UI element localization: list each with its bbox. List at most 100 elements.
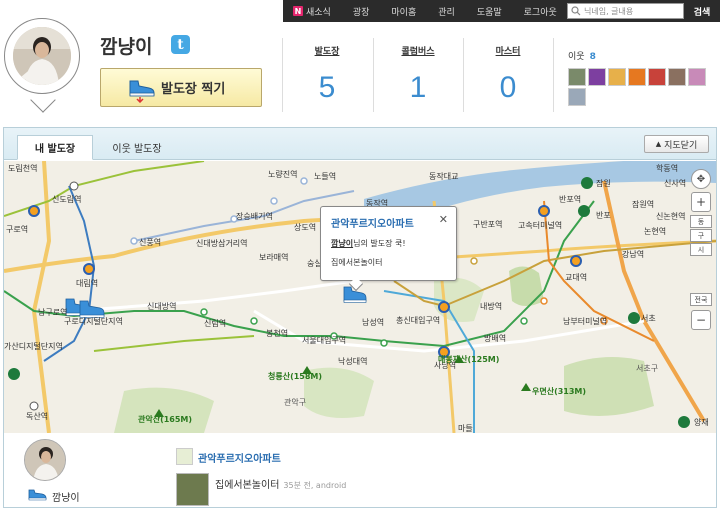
friend-avatar[interactable] (608, 68, 626, 86)
park-area (114, 387, 214, 433)
map-close-button[interactable]: ▲ 지도닫기 (644, 135, 709, 153)
stat-master-label[interactable]: 마스터 (466, 44, 550, 57)
map-label: 관악구 (284, 398, 307, 407)
friends-count: 8 (589, 52, 596, 62)
feed-user-name[interactable]: 깜냥이 (52, 489, 80, 504)
map-label: 관악산(165M) (138, 415, 193, 424)
checkin-marker-group[interactable] (65, 298, 105, 318)
zoom-out-button[interactable]: − (691, 310, 711, 330)
map-panel: 내 발도장 이웃 발도장 ▲ 지도닫기 도림천역 신도림역 구로역 대림역 남구… (3, 127, 717, 508)
stat-checkins[interactable]: 발도장 5 (285, 44, 369, 105)
stat-master-value: 0 (499, 71, 517, 104)
map-label: 매봉재산(125M) (438, 355, 500, 364)
popup-line-suffix: 님의 발도장 쿡! (353, 239, 406, 248)
feed-message-row: 집에서본놀이터 35분 전, android (215, 476, 346, 491)
popup-line: 깜냥이님의 발도장 쿡! (331, 238, 446, 249)
close-icon[interactable]: ✕ (439, 213, 448, 226)
divider (553, 38, 554, 112)
map-label: 잠원역 (632, 200, 655, 209)
feed-time: 35분 전, android (283, 481, 347, 490)
friend-avatar[interactable] (588, 68, 606, 86)
search-placeholder: 닉네임, 글내용 (584, 6, 634, 16)
page: N 새소식 광장 마이홈 관리 도움말 로그아웃 닉네임, 글내용 검색 깜냥이… (0, 0, 720, 508)
zoom-level-dong[interactable]: 동 (690, 215, 712, 228)
global-nav: N 새소식 광장 마이홈 관리 도움말 로그아웃 닉네임, 글내용 검색 (283, 0, 720, 22)
map-label: 노들역 (314, 172, 337, 181)
checkin-popup: 관악푸르지오아파트 깜냥이님의 발도장 쿡! 집에서본놀이터 ✕ (320, 206, 457, 292)
feed-message: 집에서본놀이터 (215, 480, 280, 491)
zoom-in-button[interactable]: + (691, 192, 711, 212)
search-input[interactable]: 닉네임, 글내용 (567, 3, 684, 19)
map-label: 독산역 (26, 412, 49, 421)
map-label: 보라매역 (259, 253, 289, 262)
friend-avatar[interactable] (648, 68, 666, 86)
nav-square[interactable]: 광장 (342, 5, 381, 18)
map-label: 도림천역 (8, 164, 38, 173)
search-icon (571, 6, 581, 16)
stat-checkins-label[interactable]: 발도장 (285, 44, 369, 57)
nav-help[interactable]: 도움말 (466, 5, 513, 18)
popup-title[interactable]: 관악푸르지오아파트 (331, 215, 446, 230)
tab-my-checkins[interactable]: 내 발도장 (17, 135, 93, 160)
popup-message: 집에서본놀이터 (331, 258, 383, 267)
map-label: 잠원 (596, 179, 611, 188)
popup-user[interactable]: 깜냥이 (331, 239, 353, 248)
map-label: 마들 (458, 424, 473, 433)
friend-avatar[interactable] (628, 68, 646, 86)
map-close-label: 지도닫기 (664, 140, 698, 151)
map-label: 신도림역 (52, 195, 82, 204)
map-label: 신대방역 (147, 302, 177, 311)
map-canvas[interactable]: 도림천역 신도림역 구로역 대림역 남구로역 구로디지털단지역 가산디지털단지역… (4, 161, 716, 433)
friends-header[interactable]: 이웃 8 (568, 44, 596, 63)
map-tabbar: 내 발도장 이웃 발도장 ▲ 지도닫기 (4, 128, 716, 160)
stat-columbus[interactable]: 콜럼버스 1 (376, 44, 460, 105)
map-label: 교대역 (565, 273, 588, 282)
map-label: 상도역 (294, 223, 317, 232)
stat-checkins-value: 5 (318, 71, 336, 104)
zoom-controls: ✥ + 동 구 시 전국 − (689, 169, 713, 333)
map-label: 신사역 (664, 179, 687, 188)
pan-icon[interactable]: ✥ (691, 169, 711, 189)
map-label: 내방역 (480, 302, 503, 311)
map-label: 서초 (641, 314, 656, 323)
shoe-icon (129, 80, 155, 103)
map-label: 구로디지털단지역 (64, 317, 123, 326)
friends-label: 이웃 (568, 52, 585, 62)
feed-photo[interactable] (176, 473, 209, 506)
map-label: 고속터미널역 (518, 221, 563, 230)
nav-myhome[interactable]: 마이홈 (380, 5, 427, 18)
zoom-level-national[interactable]: 전국 (690, 293, 712, 306)
nav-manage[interactable]: 관리 (427, 5, 466, 18)
nav-logout[interactable]: 로그아웃 (513, 5, 568, 18)
friend-avatar[interactable] (688, 68, 706, 86)
avatar-photo (13, 27, 71, 85)
friend-avatar[interactable] (668, 68, 686, 86)
feed-avatar[interactable] (24, 439, 66, 481)
n-badge-icon: N (293, 6, 303, 16)
feed-place-link[interactable]: 관악푸르지오아파트 (198, 450, 281, 465)
map-label: 서초구 (636, 364, 659, 373)
map-label: 신림역 (204, 319, 227, 328)
zoom-level-gu[interactable]: 구 (690, 229, 712, 242)
map-label: 방배역 (484, 334, 507, 343)
zoom-slider-track[interactable] (689, 257, 713, 293)
stat-master[interactable]: 마스터 0 (466, 44, 550, 105)
friend-avatar[interactable] (568, 68, 586, 86)
search-button[interactable]: 검색 (687, 3, 717, 19)
checkin-button[interactable]: 발도장 찍기 (100, 68, 262, 107)
zoom-level-si[interactable]: 시 (690, 243, 712, 256)
checkin-label: 발도장 찍기 (161, 82, 226, 97)
map-label: 반포역 (559, 195, 582, 204)
stat-columbus-label[interactable]: 콜럼버스 (376, 44, 460, 57)
friend-avatar[interactable] (568, 88, 586, 106)
map-label: 남부터미널역 (563, 317, 608, 326)
twitter-icon[interactable]: t (171, 35, 190, 54)
map-label: 장승배기역 (236, 212, 273, 221)
nav-news[interactable]: 새소식 (306, 5, 342, 18)
tab-friend-checkins[interactable]: 이웃 발도장 (102, 135, 172, 160)
stat-columbus-value: 1 (409, 71, 427, 104)
profile-name: 깜냥이 (100, 36, 153, 58)
divider (463, 38, 464, 112)
profile-avatar-bubble[interactable] (4, 18, 80, 116)
map-label: 논현역 (644, 227, 667, 236)
